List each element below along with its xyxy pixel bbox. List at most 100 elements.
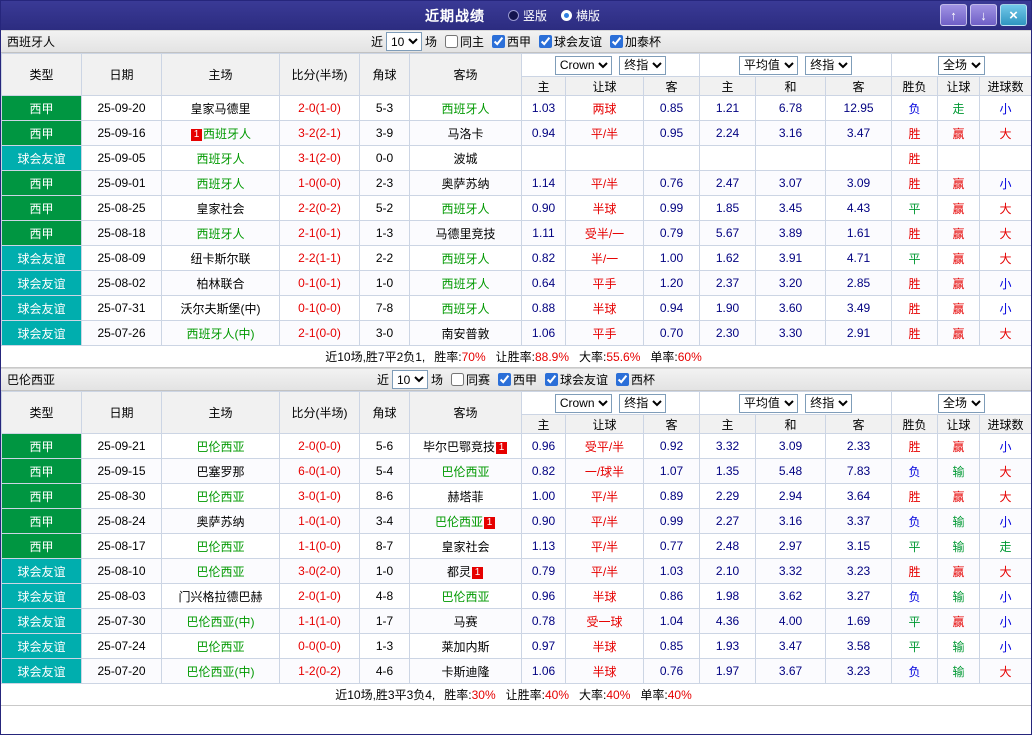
filter-cup-checkbox[interactable]: 加泰杯 xyxy=(610,33,661,50)
summary-stat: 胜率:70% xyxy=(434,348,485,365)
wdl-result-cell: 胜 xyxy=(892,559,938,584)
score-cell: 2-0(1-0) xyxy=(280,96,360,121)
corner-cell: 5-4 xyxy=(360,459,410,484)
col-header-avg-draw: 和 xyxy=(756,77,826,96)
filter-same-checkbox[interactable]: 同主 xyxy=(445,33,484,50)
match-row: 西甲25-08-24奥萨苏纳1-0(1-0)3-4巴伦西亚10.90平/半0.9… xyxy=(2,509,1032,534)
odds-final-select[interactable]: 终指 xyxy=(619,56,666,75)
team-name: 赫塔菲 xyxy=(447,490,483,504)
view-option-label: 竖版 xyxy=(523,7,547,24)
filter-same-checkbox[interactable]: 同赛 xyxy=(451,371,490,388)
home-odds-cell: 0.90 xyxy=(522,509,566,534)
avg-away-cell: 3.23 xyxy=(826,559,892,584)
scroll-up-button[interactable]: ↑ xyxy=(940,4,967,26)
score-cell: 1-1(0-0) xyxy=(280,534,360,559)
team-name: 奥萨苏纳 xyxy=(196,515,244,529)
avg-away-cell: 3.58 xyxy=(826,634,892,659)
filter-friendly-checkbox[interactable]: 球会友谊 xyxy=(539,33,602,50)
filter-label: 加泰杯 xyxy=(625,33,661,50)
checkbox-input[interactable] xyxy=(616,373,629,386)
wdl-result-cell: 胜 xyxy=(892,321,938,346)
home-team-cell: 西班牙人(中) xyxy=(162,321,280,346)
match-row: 球会友谊25-08-10巴伦西亚3-0(2-0)1-0都灵10.79平/半1.0… xyxy=(2,559,1032,584)
odds-company-select[interactable]: Crown xyxy=(555,394,612,413)
handicap-cell: 平/半 xyxy=(566,171,644,196)
scope-select[interactable]: 全场 xyxy=(938,394,985,413)
avg-away-cell: 3.49 xyxy=(826,296,892,321)
view-option-vertical[interactable]: 竖版 xyxy=(508,7,547,24)
near-label: 近 xyxy=(377,371,389,388)
score-cell: 1-1(1-0) xyxy=(280,609,360,634)
avg-away-cell: 3.27 xyxy=(826,584,892,609)
close-button[interactable]: × xyxy=(1000,4,1027,26)
radio-icon[interactable] xyxy=(561,10,572,21)
date-cell: 25-08-24 xyxy=(82,509,162,534)
avg-away-cell: 12.95 xyxy=(826,96,892,121)
checkbox-input[interactable] xyxy=(498,373,511,386)
col-header-odds-home: 主 xyxy=(522,415,566,434)
checkbox-input[interactable] xyxy=(539,35,552,48)
avg-select[interactable]: 平均值 xyxy=(739,394,798,413)
corner-cell: 3-4 xyxy=(360,509,410,534)
odds-company-select[interactable]: Crown xyxy=(555,56,612,75)
filter-laliga-checkbox[interactable]: 西甲 xyxy=(492,33,531,50)
summary-stat: 单率:60% xyxy=(650,348,701,365)
checkbox-input[interactable] xyxy=(492,35,505,48)
card-badge: 1 xyxy=(484,517,495,529)
home-odds-cell: 1.06 xyxy=(522,659,566,684)
odds-final-select[interactable]: 终指 xyxy=(619,394,666,413)
goals-result-cell: 大 xyxy=(980,559,1032,584)
home-team-cell: 西班牙人 xyxy=(162,221,280,246)
avg-select[interactable]: 平均值 xyxy=(739,56,798,75)
match-count-select[interactable]: 10 xyxy=(386,32,422,51)
match-row: 西甲25-08-25皇家社会2-2(0-2)5-2西班牙人0.90半球0.991… xyxy=(2,196,1032,221)
team-name: 纽卡斯尔联 xyxy=(190,252,250,266)
scroll-down-button[interactable]: ↓ xyxy=(970,4,997,26)
away-team-cell: 莱加内斯 xyxy=(410,634,522,659)
checkbox-input[interactable] xyxy=(545,373,558,386)
view-option-horizontal[interactable]: 横版 xyxy=(561,7,600,24)
home-team-cell: 西班牙人 xyxy=(162,146,280,171)
score-cell: 2-2(0-2) xyxy=(280,196,360,221)
away-odds-cell: 0.85 xyxy=(644,96,700,121)
matches-label: 场 xyxy=(425,33,437,50)
handicap-result-cell: 赢 xyxy=(938,271,980,296)
date-cell: 25-09-20 xyxy=(82,96,162,121)
wdl-result-cell: 胜 xyxy=(892,434,938,459)
avg-draw-cell: 3.67 xyxy=(756,659,826,684)
filter-cup-checkbox[interactable]: 西杯 xyxy=(616,371,655,388)
handicap-cell: 平手 xyxy=(566,271,644,296)
date-cell: 25-08-17 xyxy=(82,534,162,559)
corner-cell: 4-8 xyxy=(360,584,410,609)
team-name: 马洛卡 xyxy=(447,127,483,141)
away-odds-cell: 0.95 xyxy=(644,121,700,146)
score-cell: 2-0(0-0) xyxy=(280,434,360,459)
col-header-result-goals: 进球数 xyxy=(980,415,1032,434)
match-count-select[interactable]: 10 xyxy=(392,370,428,389)
handicap-cell xyxy=(566,146,644,171)
scope-select[interactable]: 全场 xyxy=(938,56,985,75)
avg-home-cell xyxy=(700,146,756,171)
home-team-cell: 巴伦西亚 xyxy=(162,434,280,459)
filter-label: 球会友谊 xyxy=(554,33,602,50)
stat-value: 60% xyxy=(678,350,702,364)
col-header-away: 客场 xyxy=(410,54,522,96)
avg-draw-cell: 3.45 xyxy=(756,196,826,221)
league-cell: 球会友谊 xyxy=(2,609,82,634)
near-label: 近 xyxy=(371,33,383,50)
radio-icon[interactable] xyxy=(508,10,519,21)
avg-home-cell: 1.62 xyxy=(700,246,756,271)
away-team-cell: 巴伦西亚 xyxy=(410,584,522,609)
col-header-result-wdl: 胜负 xyxy=(892,415,938,434)
avg-final-select[interactable]: 终指 xyxy=(805,394,852,413)
avg-final-select[interactable]: 终指 xyxy=(805,56,852,75)
home-odds-cell: 0.90 xyxy=(522,196,566,221)
checkbox-input[interactable] xyxy=(445,35,458,48)
filter-friendly-checkbox[interactable]: 球会友谊 xyxy=(545,371,608,388)
checkbox-input[interactable] xyxy=(451,373,464,386)
filter-laliga-checkbox[interactable]: 西甲 xyxy=(498,371,537,388)
col-header-avg-home: 主 xyxy=(700,77,756,96)
checkbox-input[interactable] xyxy=(610,35,623,48)
odds-selects-cell: Crown 终指 xyxy=(522,54,700,77)
league-cell: 西甲 xyxy=(2,459,82,484)
